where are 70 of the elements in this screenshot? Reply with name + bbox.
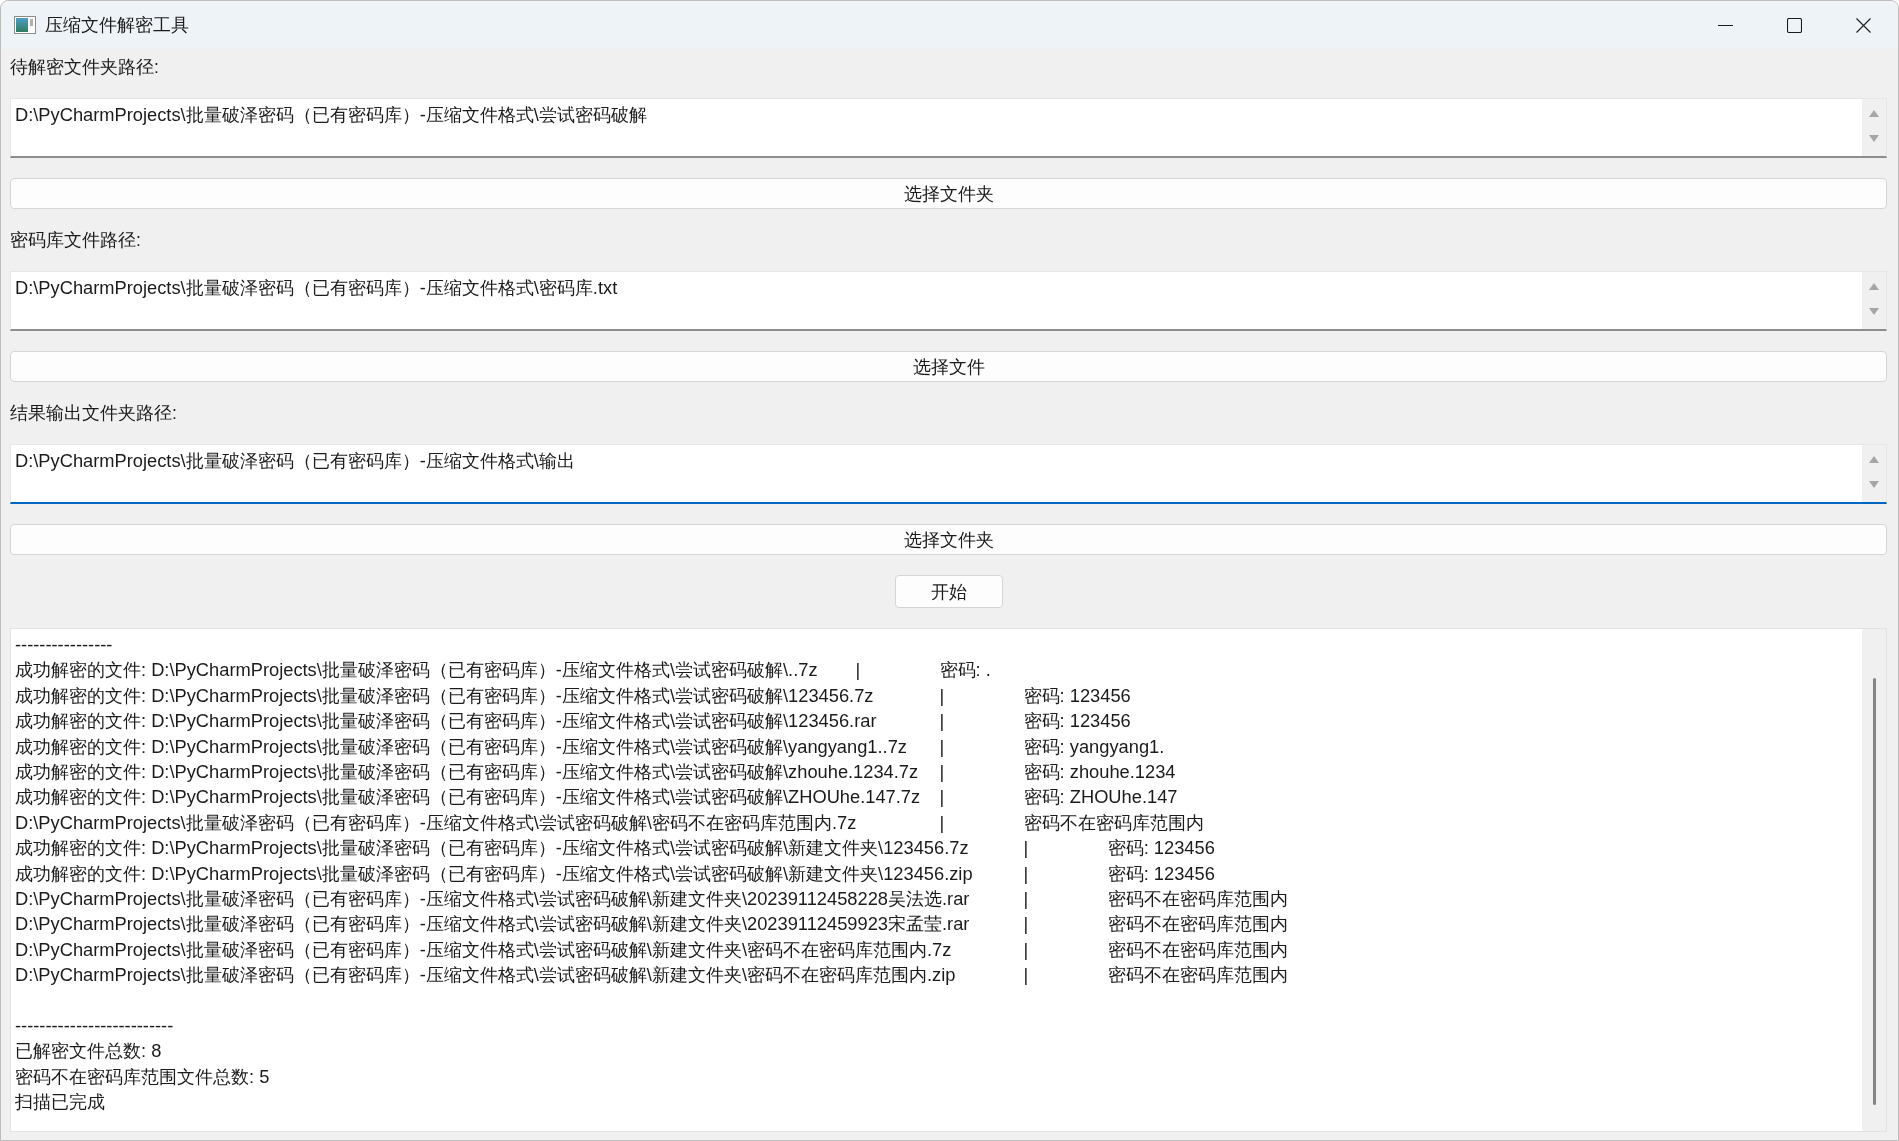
column-separator: | bbox=[939, 760, 945, 782]
field-label: 结果输出文件夹路径: bbox=[10, 402, 177, 424]
column-separator: | bbox=[939, 811, 945, 833]
result-text: 密码不在密码库范围内 bbox=[1023, 811, 1204, 833]
result-text: 密码: . bbox=[939, 659, 991, 681]
start-button[interactable]: 开始 bbox=[894, 575, 1003, 608]
scroll-down-icon[interactable] bbox=[1869, 308, 1879, 315]
result-text: 密码: 123456 bbox=[1023, 684, 1131, 706]
app-icon bbox=[14, 16, 36, 34]
scrollbar[interactable] bbox=[1862, 99, 1886, 156]
minimize-icon bbox=[1718, 24, 1733, 26]
file-path-text: D:\PyCharmProjects\批量破泽密码（已有密码库）-压缩文件格式\尝试密码破解\密码不在密码库范围内.7z bbox=[15, 811, 857, 833]
column-separator: | bbox=[939, 710, 945, 732]
column-separator: | bbox=[1023, 837, 1029, 859]
scroll-up-icon[interactable] bbox=[1869, 110, 1879, 117]
field-label: 待解密文件夹路径: bbox=[10, 56, 159, 78]
result-text: 密码: ZHOUhe.147 bbox=[1023, 786, 1178, 808]
scroll-down-icon[interactable] bbox=[1869, 481, 1879, 488]
file-path-text: 成功解密的文件: D:\PyCharmProjects\批量破泽密码（已有密码库）-压缩文件格式\尝试密码破解\..7z bbox=[15, 659, 818, 681]
log-line: 密码不在密码库范围文件总数: 5 bbox=[15, 1065, 270, 1087]
file-path-text: 成功解密的文件: D:\PyCharmProjects\批量破泽密码（已有密码库）-压缩文件格式\尝试密码破解\ZHOUhe.147.7z bbox=[15, 786, 921, 808]
column-separator: | bbox=[939, 684, 945, 706]
close-icon bbox=[1856, 17, 1871, 33]
result-text: 密码: yangyang1. bbox=[1023, 735, 1165, 757]
file-path-text: 成功解密的文件: D:\PyCharmProjects\批量破泽密码（已有密码库）-压缩文件格式\尝试密码破解\yangyang1..7z bbox=[15, 735, 907, 757]
scroll-down-icon[interactable] bbox=[1869, 135, 1879, 142]
result-text: 密码: 123456 bbox=[1107, 862, 1215, 884]
browse-button[interactable]: 选择文件夹 bbox=[10, 178, 1887, 209]
file-path-text: 成功解密的文件: D:\PyCharmProjects\批量破泽密码（已有密码库）-压缩文件格式\尝试密码破解\zhouhe.1234.7z bbox=[15, 760, 919, 782]
scroll-up-icon[interactable] bbox=[1869, 283, 1879, 290]
scrollbar[interactable] bbox=[1862, 629, 1886, 1131]
file-path-text: D:\PyCharmProjects\批量破泽密码（已有密码库）-压缩文件格式\尝试密码破解\新建文件夹\密码不在密码库范围内.7z bbox=[15, 938, 952, 960]
result-text: 密码: zhouhe.1234 bbox=[1023, 760, 1176, 782]
column-separator: | bbox=[939, 735, 945, 757]
result-text: 密码不在密码库范围内 bbox=[1107, 913, 1288, 935]
result-text: 密码: 123456 bbox=[1107, 837, 1215, 859]
result-text: 密码不在密码库范围内 bbox=[1107, 964, 1288, 986]
column-separator: | bbox=[1023, 913, 1029, 935]
file-path-text: 成功解密的文件: D:\PyCharmProjects\批量破泽密码（已有密码库）-压缩文件格式\尝试密码破解\新建文件夹\123456.7z bbox=[15, 837, 969, 859]
column-separator: | bbox=[1023, 964, 1029, 986]
result-text: 密码不在密码库范围内 bbox=[1107, 938, 1288, 960]
column-separator: | bbox=[855, 659, 861, 681]
scroll-thumb[interactable] bbox=[1872, 678, 1876, 1105]
column-separator: | bbox=[1023, 938, 1029, 960]
column-separator: | bbox=[939, 786, 945, 808]
scrollbar[interactable] bbox=[1862, 272, 1886, 329]
field-label: 密码库文件路径: bbox=[10, 229, 141, 251]
log-line: ---------------- bbox=[15, 634, 113, 655]
result-text: 密码不在密码库范围内 bbox=[1107, 887, 1288, 909]
maximize-icon bbox=[1787, 17, 1802, 33]
column-separator: | bbox=[1023, 862, 1029, 884]
scrollbar[interactable] bbox=[1862, 445, 1886, 502]
browse-button[interactable]: 选择文件夹 bbox=[10, 524, 1887, 555]
log-line: -------------------------- bbox=[15, 1014, 174, 1036]
window-title: 压缩文件解密工具 bbox=[45, 14, 189, 37]
path-field[interactable]: D:\PyCharmProjects\批量破泽密码（已有密码库）-压缩文件格式\密码库.txt bbox=[10, 271, 1887, 331]
path-field[interactable]: D:\PyCharmProjects\批量破泽密码（已有密码库）-压缩文件格式\尝试密码破解 bbox=[10, 98, 1887, 158]
file-path-text: D:\PyCharmProjects\批量破泽密码（已有密码库）-压缩文件格式\尝试密码破解\新建文件夹\20239112459923宋孟莹.rar bbox=[15, 913, 970, 935]
file-path-text: D:\PyCharmProjects\批量破泽密码（已有密码库）-压缩文件格式\尝试密码破解\新建文件夹\20239112458228吴法选.rar bbox=[15, 887, 970, 909]
file-path-text: D:\PyCharmProjects\批量破泽密码（已有密码库）-压缩文件格式\尝试密码破解\新建文件夹\密码不在密码库范围内.zip bbox=[15, 964, 956, 986]
result-text: 密码: 123456 bbox=[1023, 710, 1131, 732]
file-path-text: 成功解密的文件: D:\PyCharmProjects\批量破泽密码（已有密码库）-压缩文件格式\尝试密码破解\123456.rar bbox=[15, 710, 877, 732]
log-line: 扫描已完成 bbox=[15, 1091, 105, 1113]
browse-button[interactable]: 选择文件 bbox=[10, 351, 1887, 382]
file-path-text: 成功解密的文件: D:\PyCharmProjects\批量破泽密码（已有密码库）-压缩文件格式\尝试密码破解\123456.7z bbox=[15, 684, 874, 706]
path-field[interactable]: D:\PyCharmProjects\批量破泽密码（已有密码库）-压缩文件格式\输出 bbox=[10, 444, 1887, 504]
column-separator: | bbox=[1023, 887, 1029, 909]
scroll-up-icon[interactable] bbox=[1869, 456, 1879, 463]
file-path-text: 成功解密的文件: D:\PyCharmProjects\批量破泽密码（已有密码库）-压缩文件格式\尝试密码破解\新建文件夹\123456.zip bbox=[15, 862, 973, 884]
log-line: 已解密文件总数: 8 bbox=[15, 1040, 162, 1062]
